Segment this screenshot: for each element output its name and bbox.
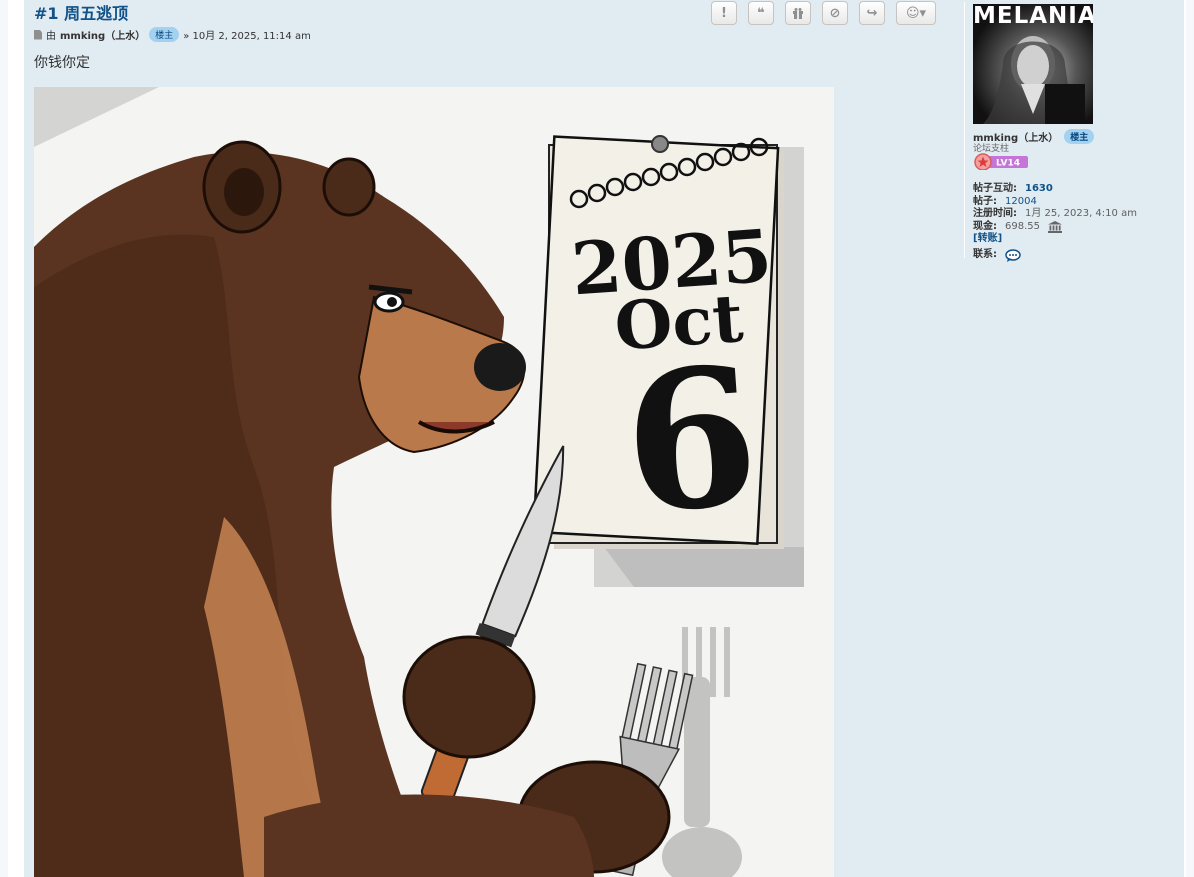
post-meta: 由 mmking（上水） 楼主 » 10月 2, 2025, 11:14 am	[34, 27, 311, 42]
share-button[interactable]: ↪	[859, 1, 885, 25]
report-icon: !	[721, 5, 727, 21]
avatar-text: MELANIA	[973, 4, 1093, 29]
share-icon: ↪	[866, 5, 878, 21]
contact-chat-icon[interactable]	[1005, 248, 1021, 262]
posts-value[interactable]: 12004	[1005, 196, 1037, 209]
transfer-link[interactable]: [转账]	[973, 233, 1002, 246]
post-author[interactable]: mmking（上水）	[60, 27, 145, 42]
meta-by: 由	[46, 31, 56, 42]
post-title[interactable]: #1 周五逃顶	[34, 0, 128, 24]
user-avatar[interactable]: MELANIA	[973, 4, 1093, 124]
quote-button[interactable]: ❝	[748, 1, 774, 25]
level-badge: LV14	[974, 153, 1028, 170]
report-button[interactable]: !	[711, 1, 737, 25]
gift-icon	[793, 8, 803, 19]
posts-label: 帖子:	[973, 195, 997, 207]
bank-icon	[1048, 220, 1062, 233]
post-image[interactable]: 2025 Oct 6	[34, 87, 834, 877]
post-container: #1 周五逃顶 由 mmking（上水） 楼主 » 10月 2, 2025, 1…	[24, 0, 1184, 877]
author-badge: 楼主	[149, 27, 180, 42]
user-profile: MELANIA mmking（上水） 楼主 论坛支柱 LV14 帖子互动: 163…	[964, 2, 1175, 262]
interactions-label: 帖子互动:	[973, 183, 1017, 194]
joined-label: 注册时间:	[973, 208, 1017, 219]
bear-calendar-illustration: 2025 Oct 6	[34, 87, 804, 877]
emoji-button[interactable]: ☺▾	[896, 1, 936, 25]
post-icon[interactable]	[34, 29, 42, 40]
block-icon: ⊘	[829, 5, 841, 21]
cash-value: 698.55	[1005, 220, 1040, 232]
post-content: 你钱你定	[34, 55, 90, 71]
profile-stats: 帖子互动: 1630 帖子: 12004 注册时间: 1月 25, 2023, 4:1…	[973, 183, 1137, 262]
gift-button[interactable]	[785, 1, 811, 25]
emoji-icon: ☺▾	[905, 5, 927, 21]
profile-badge: 楼主	[1064, 129, 1095, 144]
page-wrapper: #1 周五逃顶 由 mmking（上水） 楼主 » 10月 2, 2025, 1…	[8, 0, 1186, 877]
post-date: » 10月 2, 2025, 11:14 am	[183, 31, 311, 42]
quote-icon: ❝	[757, 5, 765, 21]
level-text: LV14	[996, 159, 1020, 169]
cash-label: 现金:	[973, 220, 997, 232]
contact-label: 联系:	[973, 248, 997, 260]
interactions-value[interactable]: 1630	[1025, 183, 1053, 196]
joined-value: 1月 25, 2023, 4:10 am	[1025, 208, 1137, 219]
post-actions: ! ❝ ⊘ ↪ ☺▾	[711, 1, 936, 25]
block-button[interactable]: ⊘	[822, 1, 848, 25]
calendar-day: 6	[617, 324, 764, 556]
